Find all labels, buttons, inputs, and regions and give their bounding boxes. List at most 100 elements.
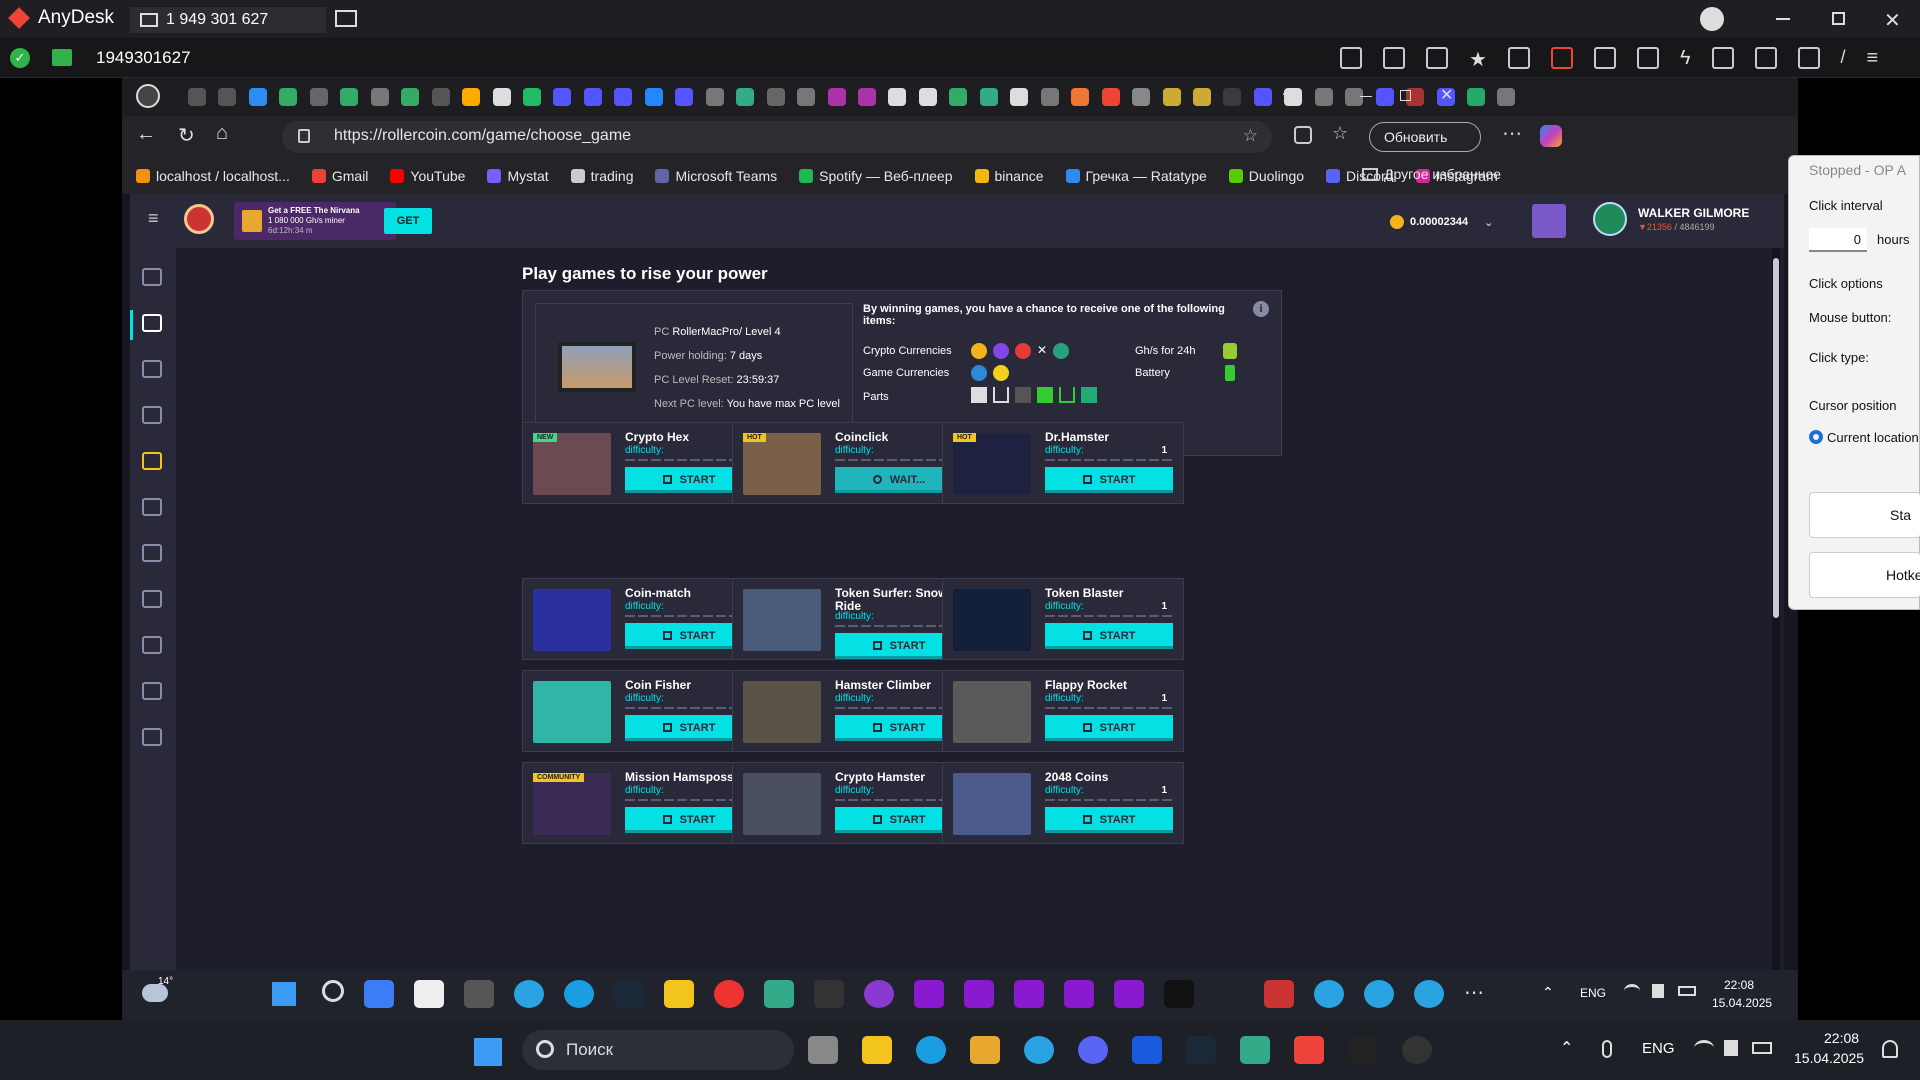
more-apps-icon[interactable]: ⋯	[1464, 980, 1484, 1008]
extensions-icon[interactable]	[1294, 126, 1312, 144]
tab-icon[interactable]	[797, 88, 816, 106]
search-box[interactable]: Поиск	[522, 1030, 794, 1070]
tab-icon[interactable]	[888, 88, 907, 106]
app-icon[interactable]	[1064, 980, 1094, 1008]
address-id[interactable]: 1949301627	[96, 48, 191, 68]
tab-icon[interactable]	[340, 88, 359, 106]
other-favorites[interactable]: Другое избранное	[1362, 166, 1501, 182]
edge-icon[interactable]	[916, 1036, 946, 1064]
tab-icon[interactable]	[857, 88, 876, 106]
discord-icon[interactable]	[1078, 1036, 1108, 1064]
promo-get-button[interactable]: GET	[384, 208, 432, 234]
app-icon[interactable]	[1164, 980, 1194, 1008]
game-thumbnail[interactable]	[953, 433, 1031, 495]
bookmark-item[interactable]: YouTube	[390, 168, 465, 184]
remote-date[interactable]: 15.04.2025	[1712, 996, 1772, 1010]
terminal-icon[interactable]	[814, 980, 844, 1008]
news-nav-icon[interactable]	[142, 728, 162, 746]
home-icon[interactable]: ⌂	[216, 122, 228, 145]
tab-icon[interactable]	[1132, 88, 1151, 106]
session-tab[interactable]: 1 949 301 627	[130, 7, 326, 33]
start-button[interactable]: START	[1045, 467, 1173, 493]
notes-icon[interactable]	[414, 980, 444, 1008]
volume-icon[interactable]	[1652, 984, 1664, 998]
favorite-star-icon[interactable]: ☆	[1243, 126, 1258, 146]
chrome-icon[interactable]	[714, 980, 744, 1008]
windows-start-icon[interactable]	[474, 1038, 502, 1066]
app-icon[interactable]	[964, 980, 994, 1008]
telegram-icon[interactable]	[1414, 980, 1444, 1008]
tab-icon[interactable]	[309, 88, 328, 106]
local-date[interactable]: 15.04.2025	[1794, 1050, 1864, 1066]
start-button[interactable]: START	[1045, 623, 1173, 649]
remote-lang[interactable]: ENG	[1580, 986, 1606, 1000]
close-button[interactable]: ✕	[1884, 8, 1901, 33]
cart-nav-icon[interactable]	[142, 498, 162, 516]
new-session-icon[interactable]	[335, 10, 357, 27]
bookmark-item[interactable]: localhost / localhost...	[136, 168, 290, 184]
favorites-icon[interactable]: ☆	[1332, 123, 1348, 144]
app-icon[interactable]	[1402, 1036, 1432, 1064]
tab-icon[interactable]	[979, 88, 998, 106]
promo-banner[interactable]: Get a FREE The Nirvana 1 080 000 Gh/s mi…	[234, 202, 396, 240]
wallet-icon[interactable]	[1532, 204, 1566, 238]
tab-icon[interactable]	[614, 88, 633, 106]
battery-tray-icon[interactable]	[1752, 1042, 1772, 1054]
store-icon[interactable]	[364, 980, 394, 1008]
volume-icon[interactable]	[1724, 1040, 1738, 1056]
refresh-icon[interactable]: ↻	[178, 123, 195, 148]
copilot-icon[interactable]	[1540, 125, 1562, 147]
tab-icon[interactable]	[1162, 88, 1181, 106]
steam-icon[interactable]	[614, 980, 644, 1008]
trophy-nav-icon[interactable]	[142, 636, 162, 654]
update-button[interactable]: Обновить	[1369, 122, 1481, 152]
games-nav-icon[interactable]	[142, 314, 162, 332]
bookmark-item[interactable]: Spotify — Веб-плеер	[799, 168, 953, 184]
game-thumbnail[interactable]	[743, 773, 821, 835]
tab-icon[interactable]	[401, 88, 420, 106]
tab-icon[interactable]	[705, 88, 724, 106]
local-time[interactable]: 22:08	[1824, 1030, 1859, 1046]
tab-icon[interactable]	[1314, 88, 1333, 106]
tab-icon[interactable]	[918, 88, 937, 106]
remote-time[interactable]: 22:08	[1724, 978, 1754, 992]
home-nav-icon[interactable]	[142, 268, 162, 286]
bookmark-item[interactable]: Microsoft Teams	[655, 168, 777, 184]
tab-icon[interactable]	[1071, 88, 1090, 106]
page-scrollbar[interactable]	[1772, 248, 1780, 1020]
site-info-icon[interactable]	[298, 129, 310, 143]
start-icon[interactable]	[272, 982, 296, 1006]
tab-icon[interactable]	[431, 88, 450, 106]
tab-icon[interactable]	[279, 88, 298, 106]
app-icon[interactable]	[1114, 980, 1144, 1008]
tab-icon[interactable]	[736, 88, 755, 106]
current-location-radio[interactable]	[1809, 430, 1823, 444]
tab-icon[interactable]	[1040, 88, 1059, 106]
tab-icon[interactable]	[1192, 88, 1211, 106]
back-icon[interactable]: ←	[136, 123, 156, 146]
guild-nav-icon[interactable]	[142, 590, 162, 608]
mf-icon[interactable]	[1132, 1036, 1162, 1064]
search-icon[interactable]	[322, 980, 344, 1002]
browser-minimize-button[interactable]	[1360, 96, 1372, 97]
lightning-icon[interactable]: ϟ	[1680, 47, 1691, 72]
app-icon[interactable]	[1214, 980, 1244, 1008]
leaderboard-nav-icon[interactable]	[142, 682, 162, 700]
app-icon[interactable]	[1014, 980, 1044, 1008]
menu-icon[interactable]: ≡	[1867, 47, 1879, 72]
shield-icon[interactable]	[1754, 47, 1777, 69]
tab-icon[interactable]	[583, 88, 602, 106]
chat-icon[interactable]	[1636, 47, 1659, 69]
tab-icon[interactable]	[188, 88, 206, 106]
profile-avatar[interactable]	[136, 84, 160, 108]
tray-chevron-icon[interactable]: ⌃	[1542, 984, 1554, 1001]
tab-icon[interactable]	[949, 88, 968, 106]
keyboard-icon[interactable]	[1711, 47, 1734, 69]
record-icon[interactable]	[1797, 47, 1820, 69]
user-avatar[interactable]	[1593, 202, 1627, 236]
anydesk-taskbar-icon[interactable]	[1294, 1036, 1324, 1064]
bookmark-item[interactable]: Duolingo	[1228, 168, 1304, 184]
balance-box[interactable]: 0.00002344 ⌄	[1390, 208, 1508, 236]
more-menu-icon[interactable]: ⋯	[1502, 121, 1522, 146]
telegram-icon[interactable]	[1024, 1036, 1054, 1064]
